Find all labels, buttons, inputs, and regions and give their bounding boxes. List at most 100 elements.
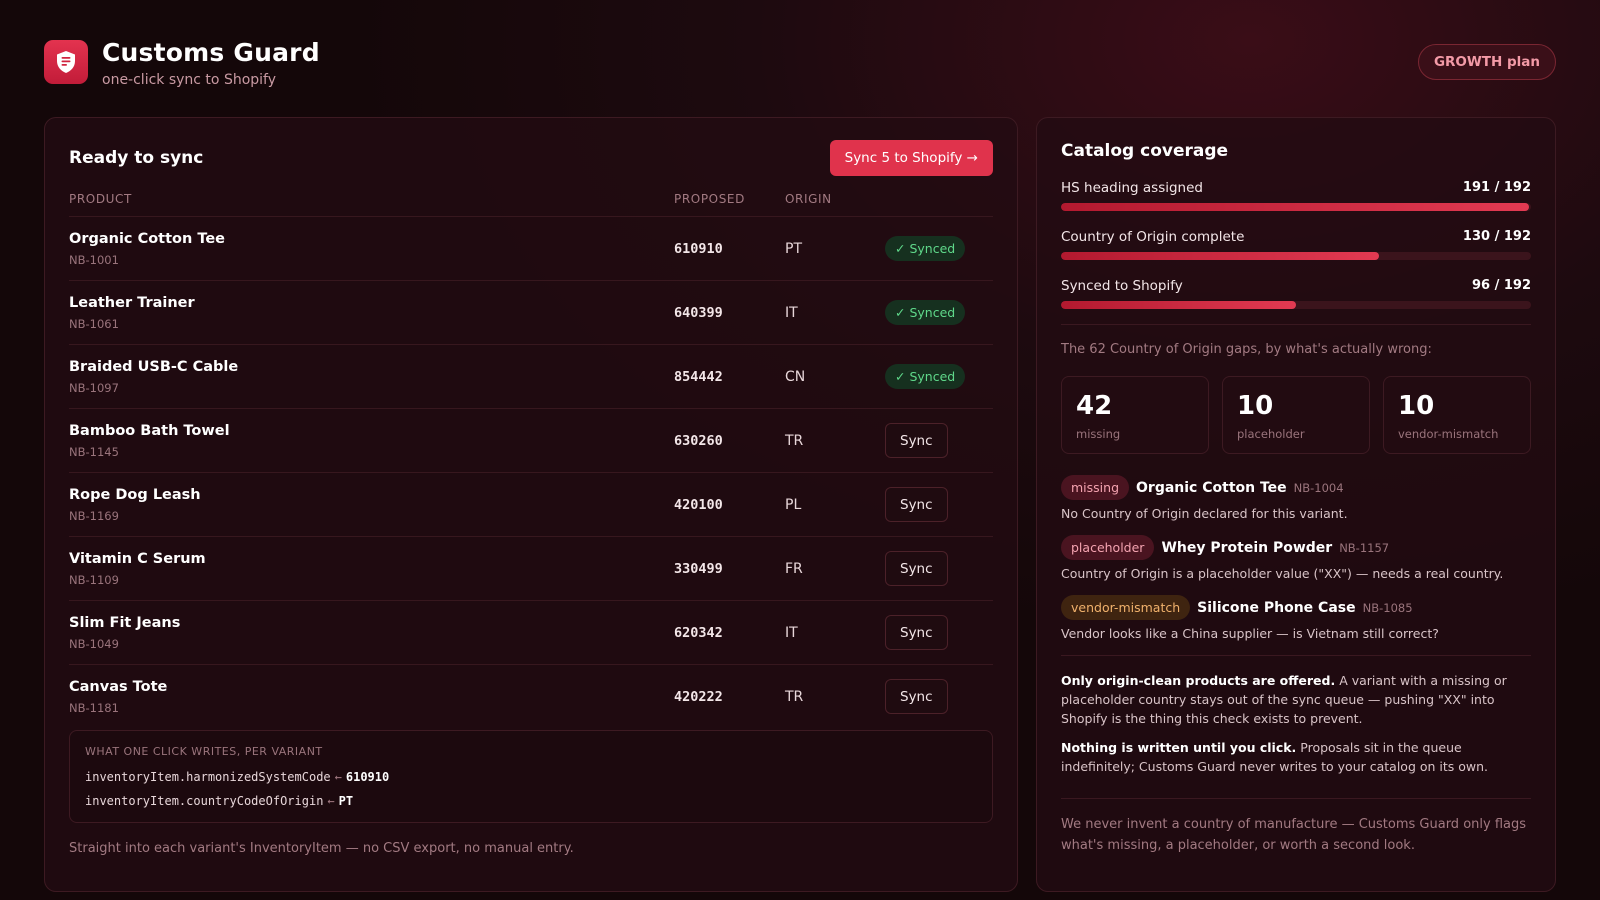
sync-button[interactable]: Sync: [885, 487, 948, 522]
sync-panel-title: Ready to sync: [69, 148, 204, 168]
origin-code: CN: [785, 369, 806, 385]
sync-panel: Ready to sync Sync 5 to Shopify → PRODUC…: [44, 117, 1018, 892]
origin-code: PT: [785, 241, 802, 257]
writes-value: PT: [338, 794, 354, 808]
table-row: Canvas Tote NB-1181 420222 TR Sync: [69, 664, 993, 728]
coverage-footer: We never invent a country of manufacture…: [1061, 817, 1527, 853]
table-row: Leather Trainer NB-1061 640399 IT ✓ Synced: [69, 280, 993, 344]
sync-button[interactable]: Sync: [885, 679, 948, 714]
metric-value: 130 / 192: [1462, 229, 1531, 244]
coverage-panel: Catalog coverage HS heading assigned 191 …: [1036, 117, 1556, 892]
product-name: Rope Dog Leash: [69, 487, 201, 503]
sync-button[interactable]: Sync: [885, 615, 948, 650]
issue-tag: placeholder: [1061, 535, 1155, 560]
writes-field: inventoryItem.harmonizedSystemCode: [85, 770, 331, 784]
progress-track: [1061, 252, 1531, 260]
product-sku: NB-1097: [69, 381, 119, 395]
proposed-code: 330499: [674, 561, 723, 577]
row-status: Sync: [885, 615, 948, 650]
gap-stats: 42 missing 10 placeholder 10 vendor-mism…: [1061, 376, 1531, 454]
stat-label: missing: [1076, 427, 1121, 441]
table-row: Vitamin C Serum NB-1109 330499 FR Sync: [69, 536, 993, 600]
progress-fill: [1061, 252, 1380, 260]
row-status: ✓ Synced: [885, 236, 966, 261]
product-sku: NB-1001: [69, 253, 119, 267]
progress-track: [1061, 203, 1531, 211]
progress-track: [1061, 301, 1531, 309]
synced-badge: ✓ Synced: [885, 364, 966, 389]
proposed-code: 420222: [674, 689, 723, 705]
origin-code: TR: [785, 689, 804, 705]
stat-card-vendor-mismatch[interactable]: 10 vendor-mismatch: [1383, 376, 1531, 454]
proposed-code: 854442: [674, 369, 723, 385]
product-name: Canvas Tote: [69, 679, 168, 695]
product-sku: NB-1181: [69, 701, 119, 715]
synced-badge: ✓ Synced: [885, 236, 966, 261]
shield-receipt-icon: [44, 40, 88, 84]
row-status: Sync: [885, 423, 948, 458]
metric-value: 96 / 192: [1471, 278, 1531, 293]
product-name: Vitamin C Serum: [69, 551, 206, 567]
issue-placeholder[interactable]: placeholder Whey Protein Powder NB-1157 Co…: [1061, 535, 1531, 581]
progress-fill: [1061, 203, 1529, 211]
gaps-intro: The 62 Country of Origin gaps, by what's…: [1061, 342, 1432, 357]
proposed-code: 620342: [674, 625, 723, 641]
proposed-code: 420100: [674, 497, 723, 513]
coverage-metrics: HS heading assigned 191 / 192 Country of O…: [1061, 180, 1531, 327]
divider: [1061, 655, 1531, 656]
issue-sku: NB-1085: [1362, 600, 1413, 615]
note-origin-clean: Only origin-clean products are offered. …: [1061, 671, 1531, 728]
sync-button[interactable]: Sync: [885, 551, 948, 586]
product-name: Organic Cotton Tee: [69, 231, 226, 247]
divider: [1061, 798, 1531, 799]
app-subtitle: one-click sync to Shopify: [102, 72, 277, 88]
product-sku: NB-1145: [69, 445, 119, 459]
stat-label: placeholder: [1237, 427, 1305, 441]
issue-sku: NB-1004: [1293, 480, 1344, 495]
issue-tag: missing: [1061, 475, 1130, 500]
product-sku: NB-1109: [69, 573, 119, 587]
issue-product-name: Whey Protein Powder: [1161, 539, 1333, 556]
product-sku: NB-1169: [69, 509, 119, 523]
origin-code: IT: [785, 305, 798, 321]
table-row: Organic Cotton Tee NB-1001 610910 PT ✓ Synce…: [69, 216, 993, 280]
sync-button[interactable]: Sync: [885, 423, 948, 458]
stat-number: 10: [1237, 391, 1274, 421]
app-header: Customs Guard one-click sync to Shopify …: [44, 38, 1556, 96]
progress-fill: [1061, 301, 1296, 309]
issue-vendor-mismatch[interactable]: vendor-mismatch Silicone Phone Case NB-108…: [1061, 595, 1531, 641]
product-sku: NB-1061: [69, 317, 119, 331]
writes-field: inventoryItem.countryCodeOfOrigin: [85, 794, 324, 808]
issue-tag: vendor-mismatch: [1061, 595, 1191, 620]
metric-label: Synced to Shopify: [1061, 278, 1183, 294]
stat-card-missing[interactable]: 42 missing: [1061, 376, 1209, 454]
issue-missing[interactable]: missing Organic Cotton Tee NB-1004 No Coun…: [1061, 475, 1531, 521]
proposed-code: 630260: [674, 433, 723, 449]
issue-description: Vendor looks like a China supplier — is …: [1061, 626, 1439, 641]
column-header-proposed: PROPOSED: [674, 192, 745, 206]
table-header: PRODUCT PROPOSED ORIGIN: [69, 192, 993, 216]
writes-line: inventoryItem.countryCodeOfOrigin ← PT: [85, 794, 353, 808]
column-header-origin: ORIGIN: [785, 192, 832, 206]
row-status: Sync: [885, 551, 948, 586]
writes-value: 610910: [345, 770, 390, 784]
table-row: Rope Dog Leash NB-1169 420100 PL Sync: [69, 472, 993, 536]
origin-code: PL: [785, 497, 802, 513]
plan-badge[interactable]: GROWTH plan: [1417, 44, 1556, 80]
sync-all-button[interactable]: Sync 5 to Shopify →: [829, 140, 993, 176]
writes-title: WHAT ONE CLICK WRITES, PER VARIANT: [85, 745, 323, 758]
issue-description: No Country of Origin declared for this v…: [1061, 506, 1348, 521]
app-title: Customs Guard: [102, 38, 320, 67]
column-header-product: PRODUCT: [69, 192, 132, 206]
note-heading: Only origin-clean products are offered.: [1061, 673, 1336, 688]
row-status: ✓ Synced: [885, 300, 966, 325]
coverage-metric: Country of Origin complete 130 / 192: [1061, 229, 1531, 278]
row-status: Sync: [885, 679, 948, 714]
stat-card-placeholder[interactable]: 10 placeholder: [1222, 376, 1370, 454]
synced-badge: ✓ Synced: [885, 300, 966, 325]
arrow-left-icon: ←: [327, 794, 335, 808]
stat-label: vendor-mismatch: [1398, 427, 1499, 441]
note-heading: Nothing is written until you click.: [1061, 740, 1297, 755]
product-name: Bamboo Bath Towel: [69, 423, 230, 439]
note-nothing-written: Nothing is written until you click. Prop…: [1061, 738, 1531, 776]
